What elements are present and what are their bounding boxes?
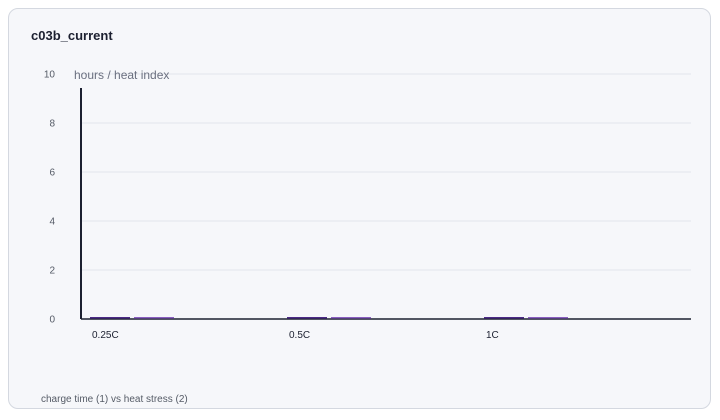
bar-series-1	[90, 317, 130, 319]
x-tick-label: 0.25C	[92, 330, 119, 341]
y-tick-label: 2	[49, 266, 55, 277]
y-tick-label: 4	[49, 217, 55, 228]
y-tick-label: 10	[44, 70, 56, 81]
y-tick-label: 8	[49, 119, 55, 130]
y-tick-label: 0	[49, 315, 55, 326]
bar-series-1	[287, 317, 327, 319]
bar-series-2	[331, 317, 371, 319]
y-axis-label: hours / heat index	[74, 68, 169, 82]
y-tick-label: 6	[49, 168, 55, 179]
x-tick-label: 1C	[486, 330, 499, 341]
bar-series-2	[134, 317, 174, 319]
x-tick-label: 0.5C	[289, 330, 310, 341]
bar-series-1	[484, 317, 524, 319]
bar-series-2	[528, 317, 568, 319]
bar-chart: 0 2 4 6 8 10 hours / heat index 0.25C 0.5C 1C	[44, 68, 691, 341]
